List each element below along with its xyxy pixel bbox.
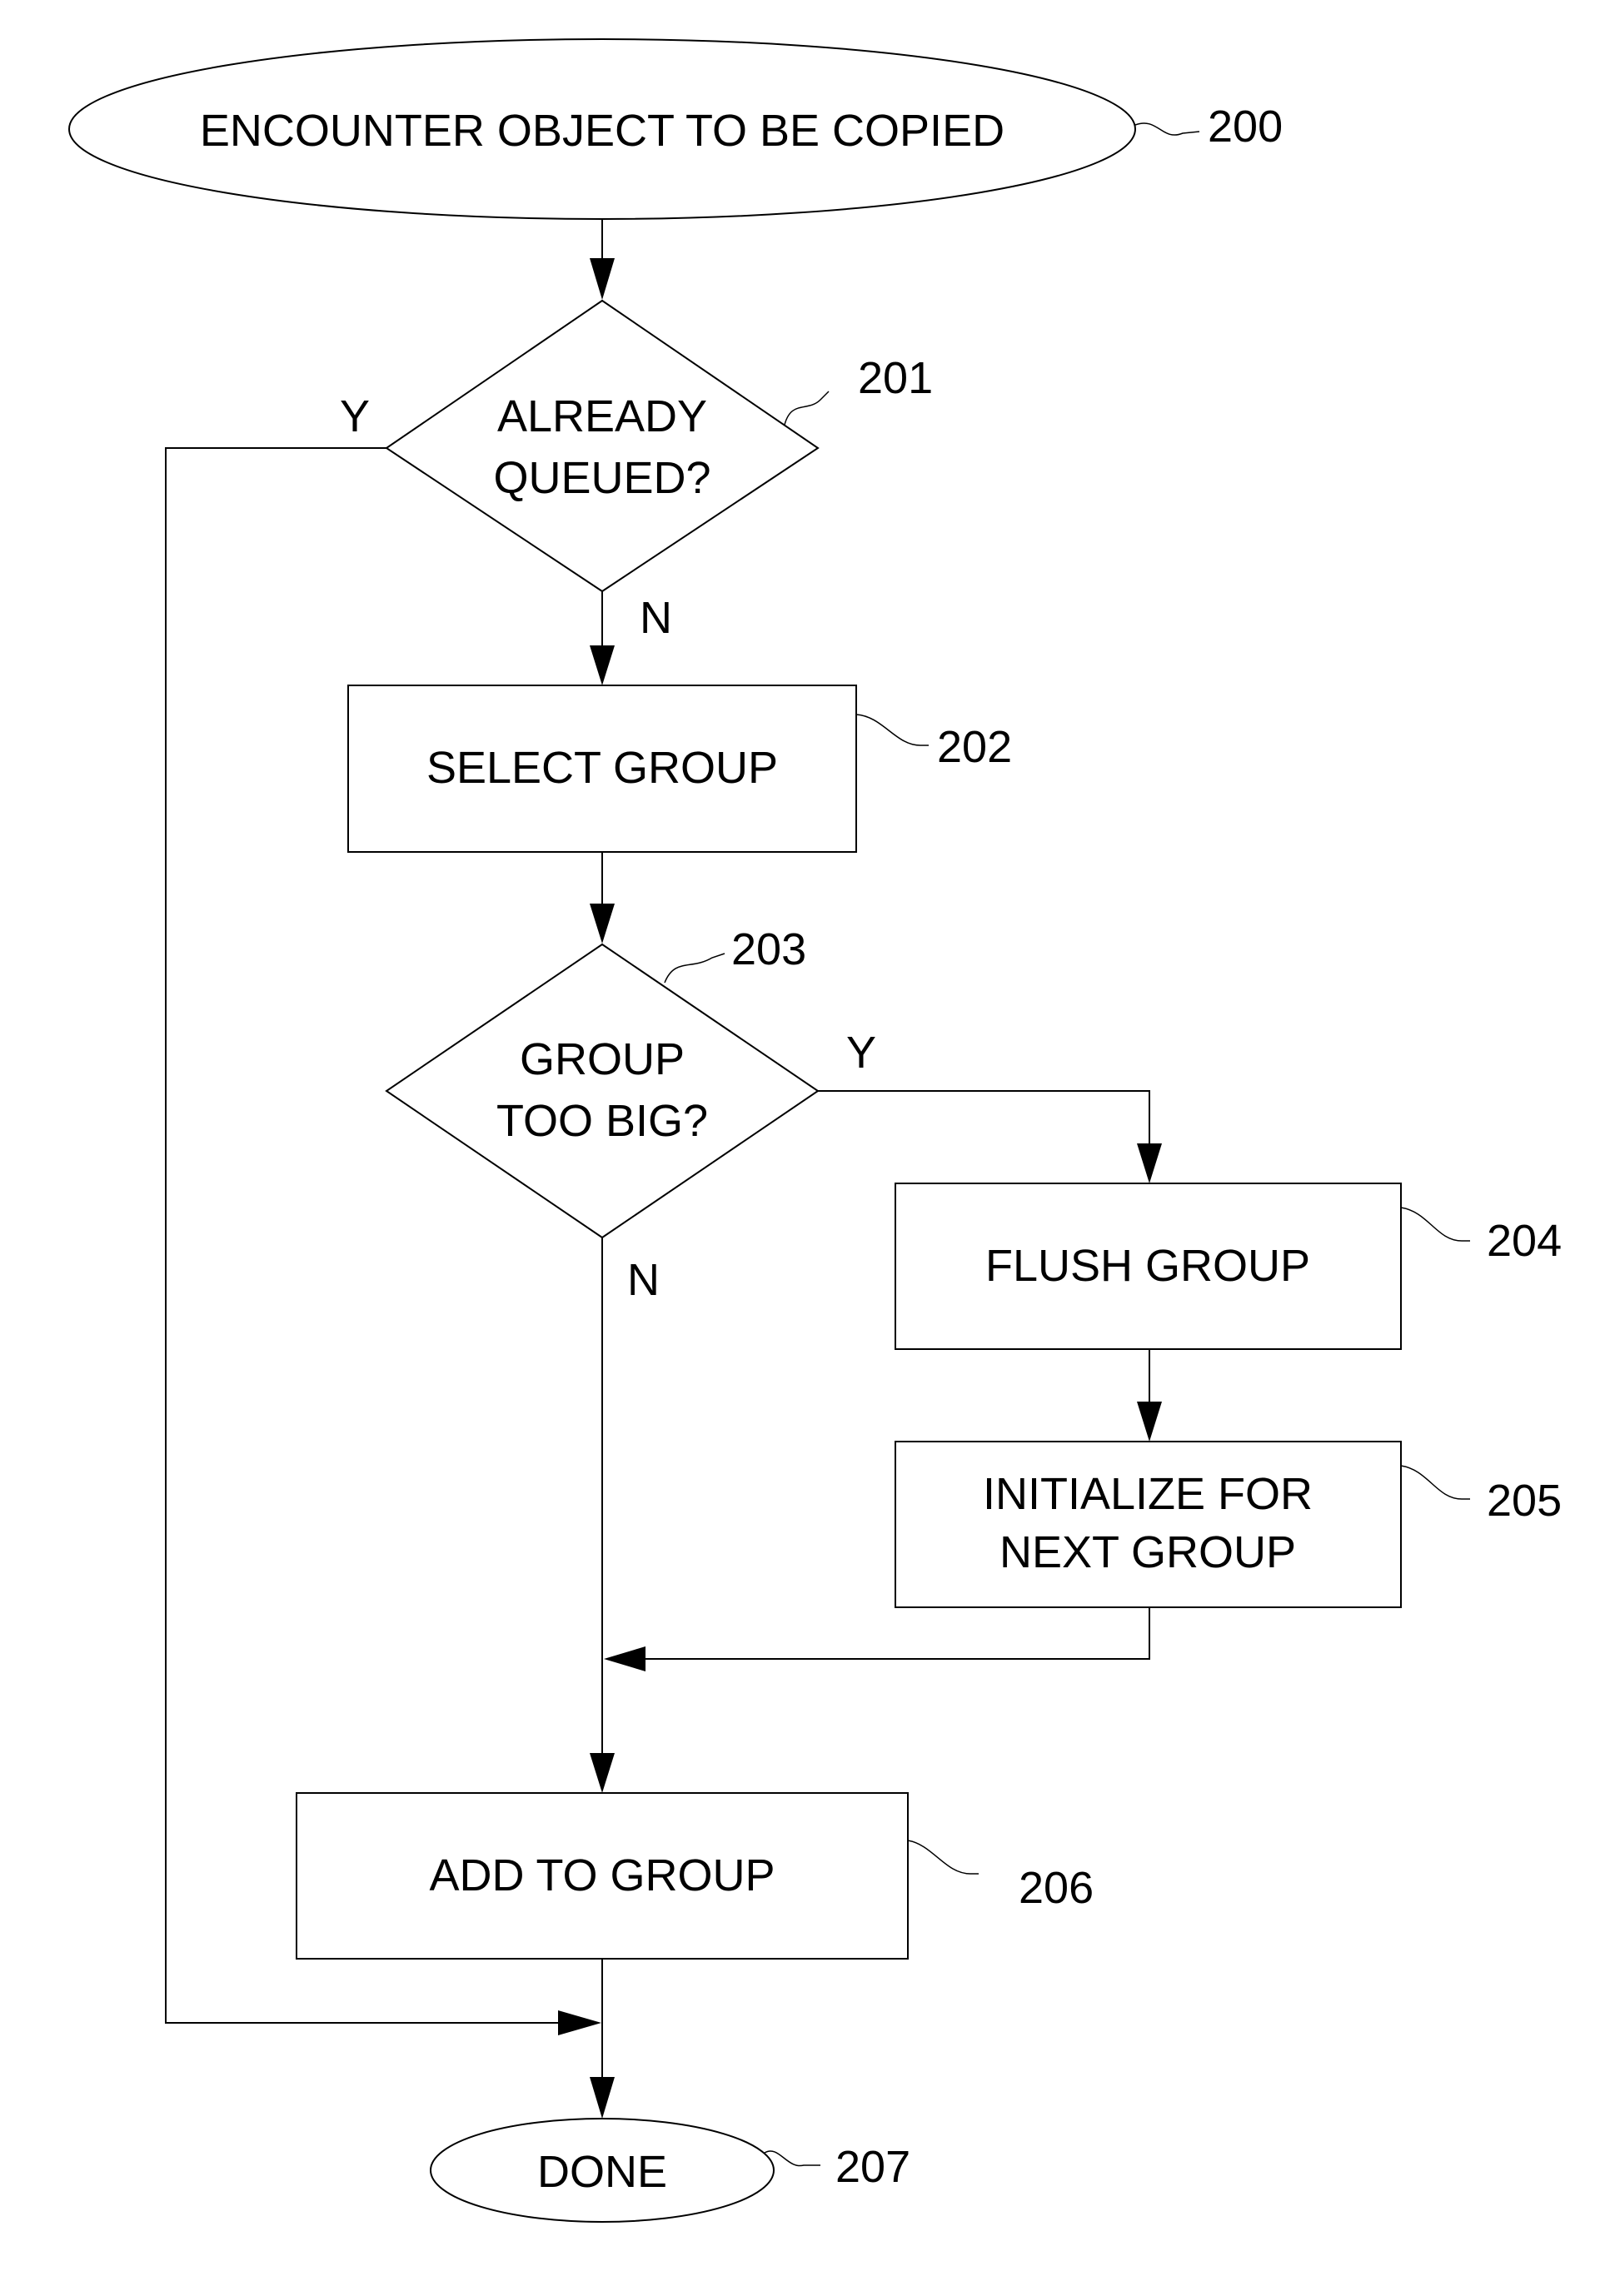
node-207-done: DONE	[430, 2118, 775, 2223]
ref-207: 207	[835, 2142, 910, 2192]
node-203-group-too-big: GROUP TOO BIG?	[385, 943, 820, 1239]
decision-diamond-201	[385, 299, 820, 593]
arrowhead-down-icon	[590, 2077, 615, 2119]
arrowhead-down-icon	[590, 258, 615, 300]
ref-200: 200	[1208, 102, 1283, 152]
ref-203: 203	[731, 924, 806, 974]
node-206-text: ADD TO GROUP	[429, 1850, 775, 1900]
edge-203-yes-to-204	[818, 1090, 1150, 1149]
label-203-no: N	[627, 1255, 660, 1305]
leader-201	[784, 391, 830, 426]
arrowhead-right-icon	[558, 2010, 601, 2035]
ref-206: 206	[1019, 1863, 1094, 1913]
leader-205	[1400, 1465, 1470, 1500]
node-206-add-to-group: ADD TO GROUP	[296, 1792, 909, 1960]
node-200-encounter-object: ENCOUNTER OBJECT TO BE COPIED	[68, 38, 1136, 220]
ref-204: 204	[1487, 1216, 1562, 1266]
label-201-no: N	[640, 593, 672, 643]
node-202-select-group: SELECT GROUP	[347, 685, 857, 853]
label-201-yes: Y	[340, 391, 370, 441]
node-202-text: SELECT GROUP	[426, 743, 778, 793]
leader-200	[1134, 122, 1200, 136]
edge-201-yes-to-207	[165, 447, 566, 2024]
node-205-text-line2: NEXT GROUP	[999, 1527, 1296, 1577]
arrowhead-down-icon	[590, 645, 615, 685]
node-204-text: FLUSH GROUP	[985, 1241, 1310, 1291]
node-205-initialize-next-group: INITIALIZE FOR NEXT GROUP	[895, 1441, 1402, 1608]
leader-202	[855, 714, 929, 746]
decision-diamond-203	[385, 943, 820, 1239]
edge-205-to-206	[641, 1607, 1150, 1660]
node-201-already-queued: ALREADY QUEUED?	[385, 299, 820, 593]
node-200-text: ENCOUNTER OBJECT TO BE COPIED	[200, 106, 1004, 156]
leader-203	[664, 953, 725, 984]
leader-204	[1400, 1207, 1470, 1242]
arrowhead-down-icon	[590, 1753, 615, 1793]
ref-205: 205	[1487, 1476, 1562, 1526]
node-203-text-line2: TOO BIG?	[496, 1096, 708, 1146]
arrowhead-down-icon	[1137, 1402, 1162, 1442]
label-203-yes: Y	[846, 1028, 876, 1078]
ref-202: 202	[937, 722, 1012, 772]
node-207-text: DONE	[537, 2147, 667, 2197]
ref-201: 201	[858, 353, 933, 403]
node-204-flush-group: FLUSH GROUP	[895, 1183, 1402, 1350]
leader-206	[907, 1840, 979, 1875]
node-205-text-line1: INITIALIZE FOR	[983, 1469, 1313, 1519]
process-box-205	[895, 1441, 1402, 1608]
node-201-text-line1: ALREADY	[497, 391, 707, 441]
flowchart: ENCOUNTER OBJECT TO BE COPIED 200 ALREAD…	[68, 38, 1562, 2223]
arrowhead-down-icon	[590, 904, 615, 944]
arrowhead-down-icon	[1137, 1143, 1162, 1183]
node-201-text-line2: QUEUED?	[493, 453, 710, 503]
arrowhead-left-icon	[604, 1646, 646, 1671]
node-203-text-line1: GROUP	[520, 1034, 685, 1084]
